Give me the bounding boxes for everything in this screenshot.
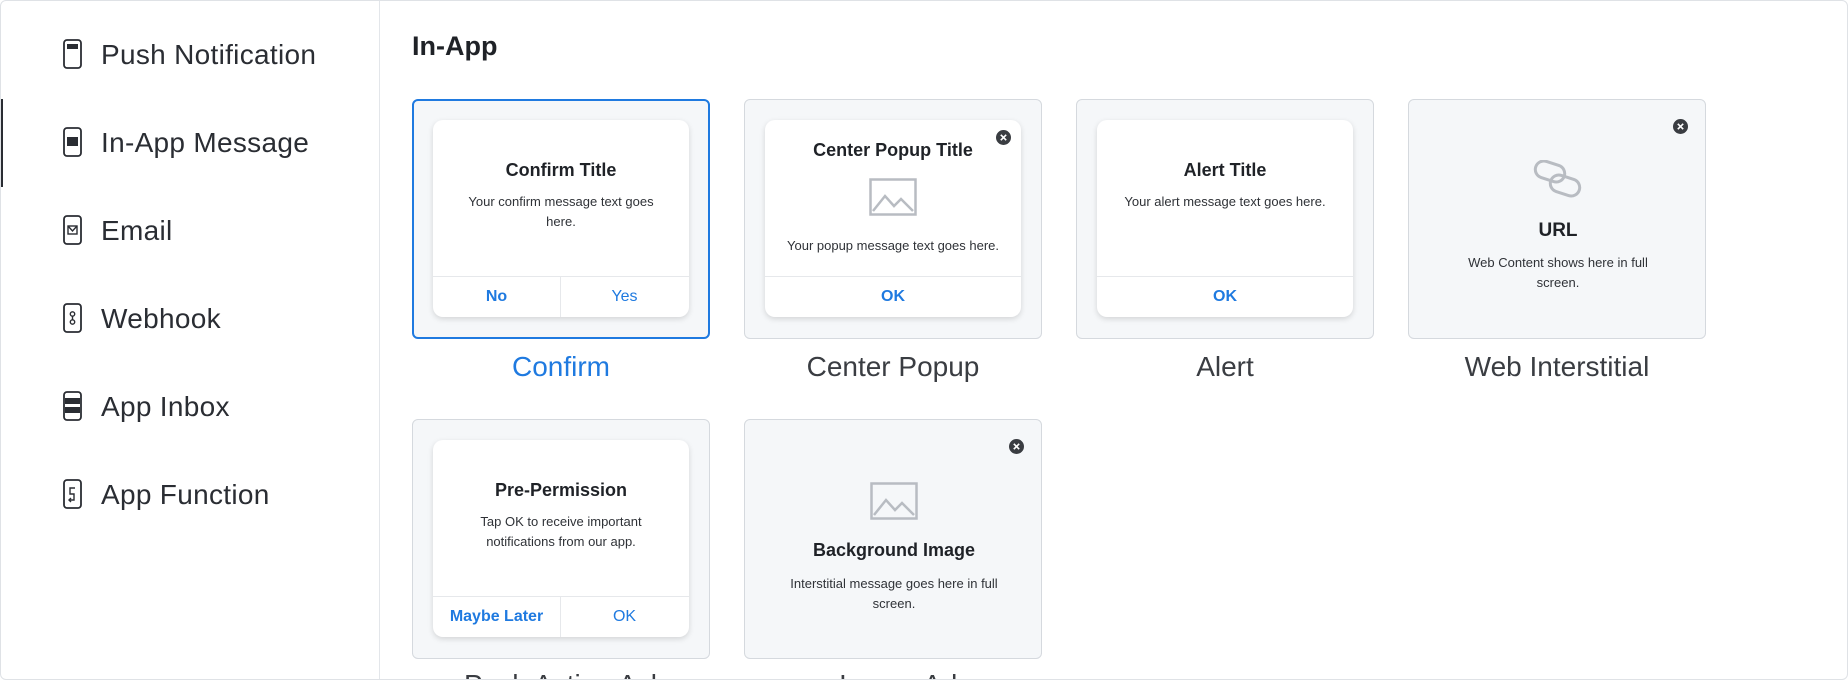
- close-icon[interactable]: [996, 130, 1011, 145]
- app-window: Push Notification In-App Message Email W…: [0, 0, 1848, 680]
- template-tile-center-popup[interactable]: Center Popup Title Your popup message te…: [744, 99, 1042, 339]
- template-label-alert: Alert: [1196, 351, 1254, 382]
- phone-email-icon: [63, 215, 82, 245]
- preview-card: Center Popup Title Your popup message te…: [765, 120, 1021, 317]
- template-tile-confirm[interactable]: Confirm Title Your confirm message text …: [412, 99, 710, 339]
- template-label-confirm: Confirm: [511, 351, 610, 382]
- card-text: Your alert message text goes here.: [1124, 194, 1326, 209]
- ok-button[interactable]: OK: [561, 597, 688, 637]
- template-tile-push-action-ask[interactable]: Pre-Permission Tap OK to receive importa…: [412, 419, 710, 659]
- card-text: Your confirm message text goes here.: [468, 194, 654, 229]
- image-placeholder-icon: [870, 482, 918, 520]
- card-title: Confirm Title: [505, 160, 617, 180]
- template-label-image-ad: Image Ad: [839, 669, 957, 679]
- card-text: Interstitial message goes here in full s…: [790, 576, 998, 611]
- image-placeholder-icon: [869, 178, 917, 216]
- phone-inbox-icon: [63, 391, 82, 421]
- maybe-later-button[interactable]: Maybe Later: [433, 597, 560, 637]
- sidebar-item-webhook[interactable]: Webhook: [1, 275, 379, 363]
- card-text: Tap OK to receive important notification…: [480, 514, 642, 549]
- preview-card: Pre-Permission Tap OK to receive importa…: [433, 440, 689, 637]
- sidebar-item-label: Webhook: [101, 303, 221, 334]
- template-label-center-popup: Center Popup: [806, 351, 980, 382]
- phone-function-icon: [63, 479, 82, 509]
- ok-button[interactable]: OK: [765, 277, 1021, 317]
- sidebar-item-label: App Function: [101, 479, 270, 510]
- sidebar-item-label: App Inbox: [101, 391, 230, 422]
- card-title: Center Popup Title: [813, 140, 973, 160]
- sidebar-item-push-notification[interactable]: Push Notification: [1, 11, 379, 99]
- card-title: Background Image: [812, 540, 976, 560]
- sidebar-item-label: Push Notification: [101, 39, 317, 70]
- channel-sidebar: Push Notification In-App Message Email W…: [1, 1, 380, 679]
- card-actions: OK: [765, 276, 1021, 317]
- section-title: In-App: [412, 31, 498, 61]
- card-title: Pre-Permission: [494, 480, 628, 500]
- ok-button[interactable]: OK: [1097, 277, 1353, 317]
- sidebar-item-app-inbox[interactable]: App Inbox: [1, 363, 379, 451]
- template-tile-alert[interactable]: Alert Title Your alert message text goes…: [1076, 99, 1374, 339]
- card-text: Web Content shows here in full screen.: [1468, 255, 1648, 290]
- template-gallery: In-App Confirm Title Your confirm messag…: [380, 1, 1847, 679]
- sidebar-item-in-app-message[interactable]: In-App Message: [1, 99, 379, 187]
- yes-button[interactable]: Yes: [561, 277, 688, 317]
- close-icon[interactable]: [1009, 439, 1024, 454]
- sidebar-item-email[interactable]: Email: [1, 187, 379, 275]
- card-text: Your popup message text goes here.: [787, 238, 999, 253]
- card-actions: OK: [1097, 276, 1353, 317]
- phone-push-icon: [63, 39, 82, 69]
- link-icon: [1533, 160, 1582, 198]
- preview-card: Alert Title Your alert message text goes…: [1097, 120, 1353, 317]
- sidebar-item-label: In-App Message: [101, 127, 310, 158]
- card-actions: Maybe Later OK: [433, 596, 689, 637]
- template-label-web-interstitial: Web Interstitial: [1464, 351, 1650, 382]
- template-tile-image-ad[interactable]: Background Image Interstitial message go…: [744, 419, 1042, 659]
- no-button[interactable]: No: [433, 277, 560, 317]
- template-label-push-action-ask: Push Action Ask: [464, 669, 665, 679]
- close-icon[interactable]: [1673, 119, 1688, 134]
- template-tile-web-interstitial[interactable]: URL Web Content shows here in full scree…: [1408, 99, 1706, 339]
- card-title: Alert Title: [1183, 160, 1267, 180]
- card-actions: No Yes: [433, 276, 689, 317]
- card-title: URL: [1538, 220, 1578, 241]
- sidebar-item-app-function[interactable]: App Function: [1, 451, 379, 539]
- preview-card: Confirm Title Your confirm message text …: [433, 120, 689, 317]
- sidebar-item-label: Email: [101, 215, 173, 246]
- phone-inapp-icon: [63, 127, 82, 157]
- phone-webhook-icon: [63, 303, 82, 333]
